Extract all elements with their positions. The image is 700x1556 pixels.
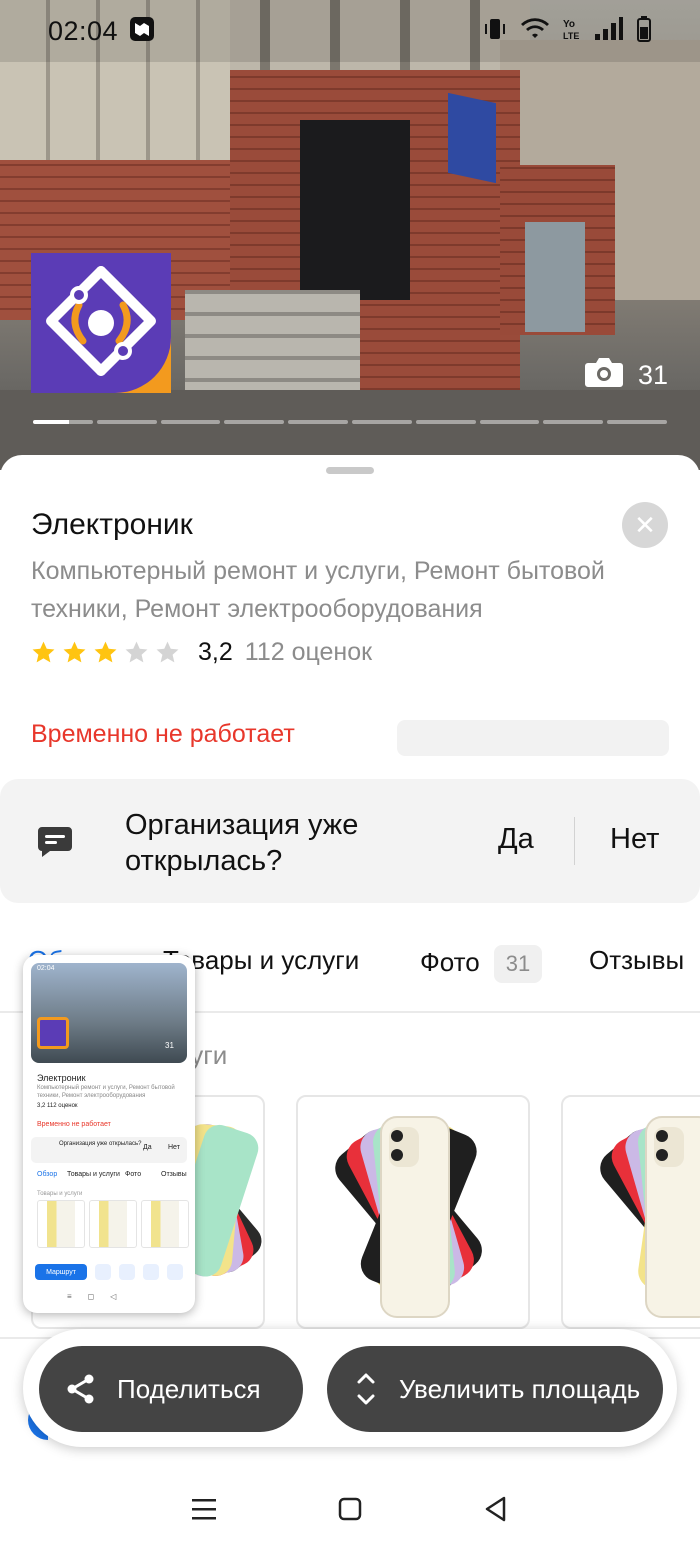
preview-time: 02:04 (37, 965, 55, 972)
status-bar: 02:04 Yo LTE (0, 0, 700, 62)
star-filled-icon (63, 641, 86, 663)
signal-icon (594, 16, 624, 47)
place-photo-gallery[interactable]: 02:04 Yo LTE 31 (0, 0, 700, 470)
share-icon (65, 1373, 97, 1405)
preview-photo-count: 31 (165, 1041, 174, 1050)
reopen-no-button[interactable]: Нет (610, 823, 659, 856)
system-nav-bar (0, 1466, 700, 1556)
loading-placeholder (397, 720, 669, 756)
preview-route-button: Маршрут (35, 1264, 87, 1280)
tab-reviews[interactable]: Отзывы (589, 945, 684, 976)
preview-title: Электроник (37, 1073, 86, 1083)
phone-image (600, 1116, 700, 1318)
preview-categories: Компьютерный ремонт и услуги, Ремонт быт… (37, 1085, 175, 1091)
preview-categories-2: техники, Ремонт электрооборудования (37, 1093, 146, 1099)
screen: 02:04 Yo LTE 31 Электроник ✕ Компьютерны… (0, 0, 700, 1556)
rating-value: 3,2 (198, 638, 233, 666)
star-empty-icon (125, 641, 148, 663)
tab-photos-badge: 31 (493, 945, 543, 983)
preview-logo (37, 1017, 69, 1049)
star-filled-icon (32, 641, 55, 663)
status-time: 02:04 (48, 15, 119, 46)
svg-text:LTE: LTE (563, 31, 579, 41)
photo-count-value: 31 (637, 360, 668, 390)
preview-nav: ≡ ◻ ◁ (67, 1292, 117, 1301)
maps-notification-icon (128, 15, 156, 48)
product-card[interactable] (561, 1095, 700, 1329)
divider (574, 817, 575, 865)
preview-tab-overview: Обзор (37, 1171, 58, 1178)
rating-row[interactable]: 3,2 112 оценок (31, 638, 372, 667)
status-closed: Временно не работает (31, 720, 295, 748)
svg-text:Yo: Yo (563, 19, 575, 30)
place-logo (31, 253, 171, 393)
phone-image (335, 1116, 482, 1318)
menu-icon[interactable] (190, 1496, 218, 1527)
rating-stars (31, 640, 180, 665)
expand-vertical-icon (353, 1371, 379, 1407)
share-button-label: Поделиться (117, 1373, 261, 1404)
wifi-icon (520, 16, 550, 47)
preview-rating: 3,2 112 оценок (37, 1103, 78, 1109)
reopen-yes-button[interactable]: Да (498, 823, 534, 856)
preview-yes: Да (143, 1144, 152, 1151)
photo-pager (33, 420, 667, 424)
preview-tab-reviews: Отзывы (161, 1171, 187, 1178)
sheet-grabber[interactable] (326, 467, 374, 474)
chat-bubble-icon (36, 825, 74, 864)
increase-area-label: Увеличить площадь (399, 1373, 641, 1404)
preview-action-bar: Маршрут (35, 1263, 183, 1281)
battery-icon (636, 15, 652, 48)
tab-photos-label: Фото (420, 946, 480, 977)
increase-area-button[interactable]: Увеличить площадь (327, 1346, 663, 1432)
preview-status: Временно не работает (37, 1121, 111, 1128)
product-card[interactable] (296, 1095, 530, 1329)
tab-photos[interactable]: Фото 31 (420, 945, 543, 983)
photo-count[interactable]: 31 (584, 356, 668, 395)
reopen-question-text: Организация уже открылась? (125, 809, 359, 877)
preview-tab-goods: Товары и услуги (67, 1171, 120, 1178)
reopen-question: Организация уже открылась? Да Нет (0, 779, 700, 903)
action-bar: Поделиться Увеличить площадь (23, 1329, 677, 1447)
star-filled-icon (94, 641, 117, 663)
back-icon[interactable] (482, 1495, 510, 1528)
place-title: Электроник (31, 508, 193, 541)
rating-count: 112 оценок (244, 638, 373, 666)
share-button[interactable]: Поделиться (39, 1346, 303, 1432)
preview-section: Товары и услуги (37, 1191, 83, 1197)
place-categories: Компьютерный ремонт и услуги, Ремонт быт… (31, 557, 605, 623)
preview-tab-photos: Фото (125, 1171, 142, 1178)
close-icon: ✕ (634, 509, 656, 540)
screenshot-preview[interactable]: 02:04 31 Электроник Компьютерный ремонт … (23, 955, 195, 1313)
close-button[interactable]: ✕ (622, 502, 668, 548)
home-icon[interactable] (337, 1496, 363, 1527)
vibrate-icon (482, 16, 508, 47)
camera-icon (584, 356, 624, 395)
preview-question-text: Организация уже открылась? (59, 1141, 142, 1147)
star-empty-icon (156, 641, 179, 663)
volte-icon: Yo LTE (562, 16, 582, 47)
preview-cards (37, 1200, 189, 1248)
preview-no: Нет (168, 1144, 180, 1151)
